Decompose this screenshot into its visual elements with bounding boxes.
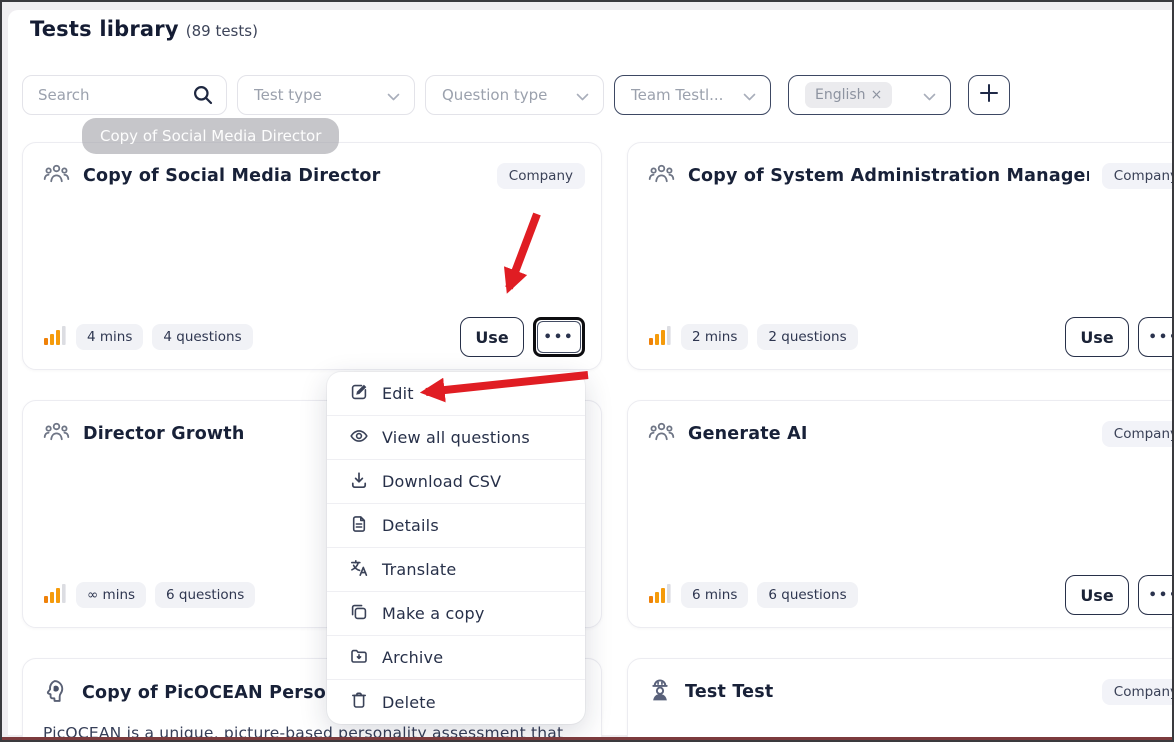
time-badge: 6 mins [681, 582, 749, 608]
questions-badge: 4 questions [152, 324, 253, 350]
document-icon [349, 514, 369, 538]
copy-icon [349, 602, 369, 626]
plus-icon [978, 82, 1000, 108]
difficulty-bars-icon [43, 583, 67, 608]
search-icon[interactable] [192, 84, 214, 110]
test-card-test-test[interactable]: Test Test Company [627, 658, 1172, 740]
menu-item-label: Edit [382, 384, 414, 403]
language-dropdown[interactable]: English × [788, 75, 951, 115]
menu-item-label: Translate [382, 560, 457, 579]
tests-count: (89 tests) [185, 22, 258, 40]
group-icon [43, 162, 70, 189]
search-box[interactable] [22, 75, 227, 115]
company-badge: Company [496, 162, 585, 189]
language-chip-label: English [815, 87, 866, 103]
time-badge: 2 mins [681, 324, 749, 350]
questions-badge: 6 questions [155, 582, 256, 608]
test-card-copy-of-social-media-director[interactable]: Copy of Social Media Director Company 4 … [22, 142, 602, 370]
head-psychology-icon [43, 678, 69, 708]
team-label: Team Testl... [631, 86, 724, 104]
group-icon [648, 420, 675, 447]
test-card-generate-ai[interactable]: Generate AI Company 6 mins 6 questions U… [627, 400, 1172, 628]
use-button[interactable]: Use [460, 317, 524, 357]
chip-close-icon[interactable]: × [871, 87, 883, 103]
test-card-copy-of-system-administration-manager[interactable]: Copy of System Administration Manager Co… [627, 142, 1172, 370]
question-type-label: Question type [442, 86, 548, 104]
menu-item-label: Make a copy [382, 604, 485, 623]
edit-icon [349, 382, 369, 406]
test-type-label: Test type [254, 86, 322, 104]
company-badge: Company [1101, 162, 1172, 189]
time-badge: 4 mins [76, 324, 144, 350]
menu-item-label: Archive [382, 648, 444, 667]
app-window: Tests library (89 tests) Test type Questi… [0, 0, 1174, 742]
download-icon [349, 470, 369, 494]
more-options-button[interactable]: ••• [537, 321, 581, 353]
more-button-focus-ring: ••• [533, 317, 585, 357]
menu-item-translate[interactable]: Translate [327, 548, 585, 592]
menu-item-make-a-copy[interactable]: Make a copy [327, 592, 585, 636]
menu-item-details[interactable]: Details [327, 504, 585, 548]
menu-item-delete[interactable]: Delete [327, 680, 585, 724]
more-options-button[interactable]: ••• [1138, 575, 1172, 615]
company-badge: Company [1101, 420, 1172, 447]
more-options-button[interactable]: ••• [1138, 317, 1172, 357]
use-button[interactable]: Use [1065, 317, 1129, 357]
menu-item-label: View all questions [382, 428, 530, 447]
team-dropdown[interactable]: Team Testl... [614, 75, 771, 115]
eye-icon [349, 426, 369, 450]
chevron-down-icon [387, 86, 400, 105]
trash-icon [349, 690, 369, 714]
card-title: Test Test [685, 682, 774, 702]
questions-badge: 6 questions [757, 582, 858, 608]
menu-item-label: Delete [382, 692, 436, 712]
time-badge: ∞ mins [76, 582, 147, 608]
use-button[interactable]: Use [1065, 575, 1129, 615]
card-title: Copy of System Administration Manager [688, 165, 1089, 186]
bottom-window-edge [2, 737, 1172, 740]
page-title-text: Tests library [30, 17, 179, 41]
menu-item-download-csv[interactable]: Download CSV [327, 460, 585, 504]
company-badge: Company [1101, 679, 1172, 705]
questions-badge: 2 questions [757, 324, 858, 350]
chevron-down-icon [923, 86, 936, 105]
group-icon [648, 162, 675, 189]
language-chip[interactable]: English × [805, 82, 893, 108]
question-type-dropdown[interactable]: Question type [425, 75, 604, 115]
menu-item-archive[interactable]: Archive [327, 636, 585, 680]
difficulty-bars-icon [43, 325, 67, 350]
add-filter-button[interactable] [968, 75, 1010, 115]
card-title-tooltip: Copy of Social Media Director [82, 118, 340, 154]
chevron-down-icon [576, 86, 589, 105]
card-title: Copy of Social Media Director [83, 165, 381, 186]
archive-icon [349, 646, 369, 670]
menu-item-edit[interactable]: Edit [327, 372, 585, 416]
group-icon [43, 420, 70, 447]
page-title: Tests library (89 tests) [30, 17, 258, 41]
card-title: Generate AI [688, 423, 808, 444]
card-context-menu: Edit View all questions Download CSV Det… [327, 372, 585, 724]
chevron-down-icon [743, 86, 756, 105]
menu-item-label: Details [382, 516, 439, 535]
worker-icon [648, 678, 672, 706]
menu-item-label: Download CSV [382, 472, 502, 491]
difficulty-bars-icon [648, 583, 672, 608]
menu-item-view-all-questions[interactable]: View all questions [327, 416, 585, 460]
translate-icon [349, 558, 369, 582]
test-type-dropdown[interactable]: Test type [237, 75, 415, 115]
difficulty-bars-icon [648, 325, 672, 350]
